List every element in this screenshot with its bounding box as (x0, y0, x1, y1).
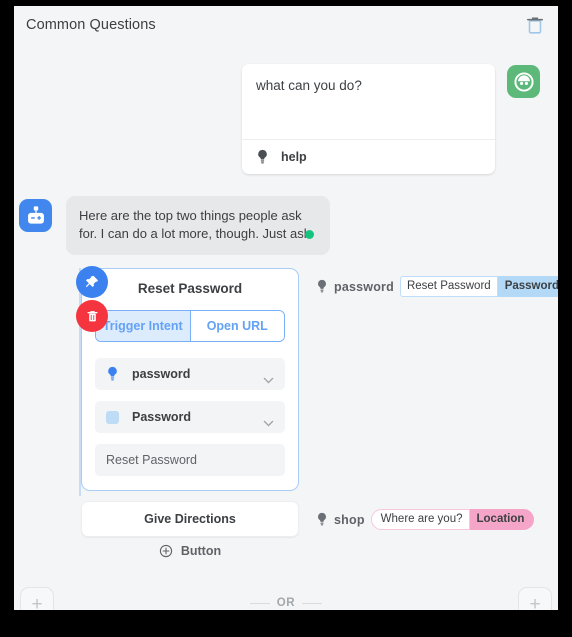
annotation-label: password (334, 279, 394, 294)
plus-circle-icon (159, 544, 173, 558)
avatar (507, 65, 540, 98)
chip-group: Where are you? Location (370, 509, 535, 530)
user-avatar-icon (513, 71, 534, 92)
button-config-card: Reset Password Trigger Intent Open URL p… (81, 268, 299, 491)
lightbulb-icon (256, 149, 269, 165)
avatar (19, 199, 52, 232)
chip-intent-name: Where are you? (370, 509, 470, 530)
chip-entity-name: Location (469, 509, 535, 530)
card-title: Reset Password (137, 281, 243, 296)
annotation-password: password Reset Password Password (316, 276, 558, 297)
lightbulb-icon (316, 279, 328, 294)
intent-dropdown-value: password (132, 367, 191, 381)
pin-button[interactable] (76, 266, 108, 298)
user-message-text: what can you do? (256, 78, 362, 93)
give-directions-button[interactable]: Give Directions (81, 501, 299, 537)
tab-trigger-intent[interactable]: Trigger Intent (96, 311, 190, 341)
chip-group: Reset Password Password (399, 276, 558, 297)
chat-builder-panel: Common Questions what can you do? help H… (14, 6, 558, 610)
divider (302, 602, 323, 604)
pin-icon (85, 275, 99, 288)
add-right-button[interactable]: + (518, 587, 552, 610)
user-intent-row[interactable]: help (242, 140, 495, 174)
chevron-down-icon (263, 371, 274, 383)
user-message-bubble[interactable]: what can you do? help (242, 64, 495, 174)
entity-dropdown-value: Password (132, 410, 192, 424)
trash-icon[interactable] (524, 14, 546, 36)
chip-intent-name: Reset Password (399, 276, 498, 297)
plus-icon: + (529, 593, 541, 611)
color-swatch-icon (106, 410, 119, 424)
divider (249, 602, 270, 604)
robot-icon (27, 205, 44, 224)
annotation-shop: shop Where are you? Location (316, 509, 535, 530)
chevron-down-icon (263, 414, 274, 426)
add-button-link[interactable]: Button (81, 544, 299, 558)
tab-open-url[interactable]: Open URL (189, 311, 284, 341)
lightbulb-icon (316, 512, 328, 527)
lightbulb-icon (106, 366, 119, 382)
user-intent-label: help (281, 150, 307, 164)
action-type-toggle: Trigger Intent Open URL (95, 310, 285, 342)
entity-dropdown[interactable]: Password (95, 401, 285, 433)
chip-entity-name: Password (497, 276, 558, 297)
bot-message-text: Here are the top two things people ask f… (66, 196, 330, 255)
status-indicator-dot (305, 230, 314, 239)
page-title: Common Questions (26, 17, 156, 33)
or-label: OR (276, 597, 296, 609)
trash-icon (86, 310, 98, 321)
intent-dropdown[interactable]: password (95, 358, 285, 390)
add-button-label: Button (180, 544, 222, 558)
annotation-label: shop (334, 512, 365, 527)
delete-button[interactable] (76, 300, 108, 332)
or-divider: OR (14, 597, 558, 609)
panel-header: Common Questions (14, 6, 558, 46)
button-label-input[interactable] (95, 444, 285, 476)
